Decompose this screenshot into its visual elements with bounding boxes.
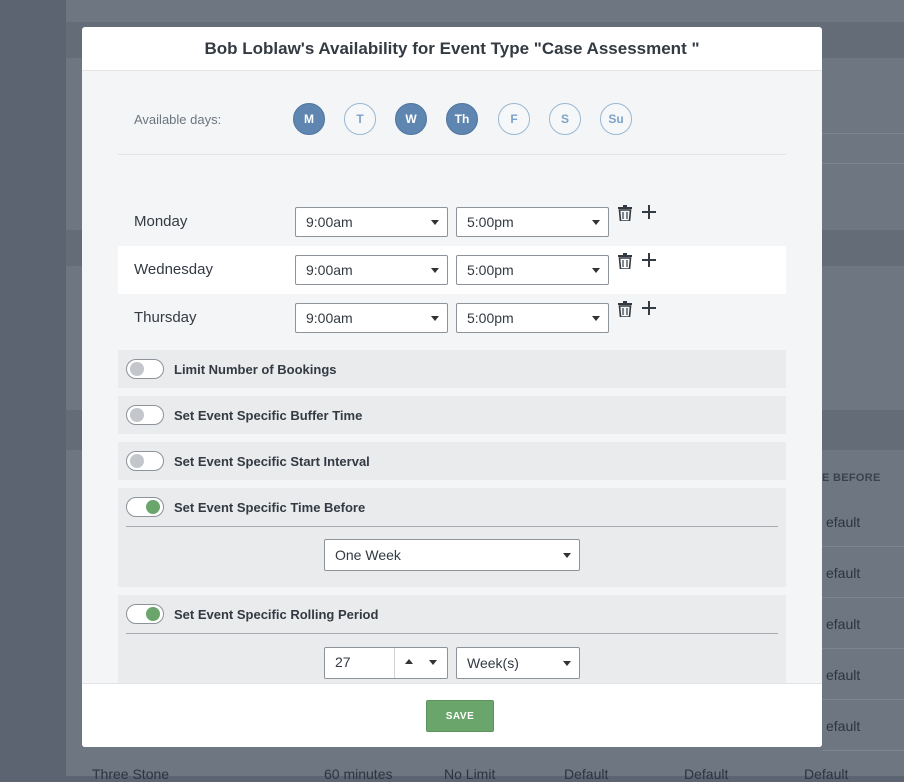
background-column-header: E BEFORE [822, 472, 881, 484]
background-cell: efault [826, 514, 861, 530]
day-toggle-thursday[interactable]: Th [446, 103, 478, 135]
end-time-select[interactable]: 5:00pm [456, 207, 609, 237]
day-toggle-monday[interactable]: M [293, 103, 325, 135]
day-toggle-wednesday[interactable]: W [395, 103, 427, 135]
increment-icon[interactable] [405, 659, 413, 664]
modal-body: Available days: M T W Th F S Su Monday 9… [82, 71, 822, 693]
chevron-down-icon [592, 268, 600, 273]
start-time-select[interactable]: 9:00am [295, 207, 448, 237]
available-days-label: Available days: [134, 112, 222, 127]
schedule-day-label: Thursday [134, 309, 197, 326]
chevron-down-icon [431, 220, 439, 225]
option-limit-bookings: Limit Number of Bookings [118, 350, 786, 388]
option-buffer-time: Set Event Specific Buffer Time [118, 396, 786, 434]
day-toggle-sunday[interactable]: Su [600, 103, 632, 135]
chevron-down-icon [592, 220, 600, 225]
schedule-row-thursday: Thursday 9:00am 5:00pm [118, 294, 786, 342]
background-cell: efault [826, 616, 861, 632]
background-cell: No Limit [444, 766, 496, 782]
option-label: Set Event Specific Time Before [174, 500, 366, 515]
option-rolling-period: Set Event Specific Rolling Period 27 Wee… [118, 595, 786, 693]
option-time-before: Set Event Specific Time Before One Week [118, 488, 786, 587]
option-label: Limit Number of Bookings [174, 362, 337, 377]
option-start-interval: Set Event Specific Start Interval [118, 442, 786, 480]
trash-icon[interactable] [618, 301, 632, 317]
limit-bookings-toggle[interactable] [126, 359, 164, 379]
option-label: Set Event Specific Buffer Time [174, 408, 363, 423]
background-cell: Default [564, 766, 609, 782]
plus-icon[interactable] [641, 252, 657, 268]
trash-icon[interactable] [618, 253, 632, 269]
save-button[interactable]: SAVE [426, 700, 494, 732]
plus-icon[interactable] [641, 204, 657, 220]
available-days-row: Available days: M T W Th F S Su [118, 71, 786, 155]
time-before-select[interactable]: One Week [324, 539, 580, 571]
decrement-icon[interactable] [429, 660, 437, 665]
chevron-down-icon [431, 268, 439, 273]
availability-modal: Bob Loblaw's Availability for Event Type… [82, 27, 822, 747]
schedule-day-label: Wednesday [134, 261, 213, 278]
background-cell: Three Stone [92, 766, 170, 782]
spinner-buttons [394, 648, 447, 678]
chevron-down-icon [563, 661, 571, 666]
modal-footer: SAVE [82, 683, 822, 747]
rolling-period-toggle[interactable] [126, 604, 164, 624]
time-before-toggle[interactable] [126, 497, 164, 517]
background-cell: efault [826, 667, 861, 683]
option-label: Set Event Specific Start Interval [174, 454, 370, 469]
background-cell: Default [684, 766, 729, 782]
plus-icon[interactable] [641, 300, 657, 316]
schedule-row-wednesday: Wednesday 9:00am 5:00pm [118, 246, 786, 294]
day-toggle-friday[interactable]: F [498, 103, 530, 135]
schedule-row-monday: Monday 9:00am 5:00pm [118, 198, 786, 246]
day-toggle-saturday[interactable]: S [549, 103, 581, 135]
background-cell: efault [826, 718, 861, 734]
rolling-period-unit-select[interactable]: Week(s) [456, 647, 580, 679]
start-time-select[interactable]: 9:00am [295, 255, 448, 285]
chevron-down-icon [592, 316, 600, 321]
trash-icon[interactable] [618, 205, 632, 221]
schedule-day-label: Monday [134, 213, 188, 230]
background-cell: Default [804, 766, 849, 782]
modal-title: Bob Loblaw's Availability for Event Type… [82, 27, 822, 71]
end-time-select[interactable]: 5:00pm [456, 255, 609, 285]
option-label: Set Event Specific Rolling Period [174, 607, 379, 622]
background-cell: 60 minutes [324, 766, 393, 782]
buffer-time-toggle[interactable] [126, 405, 164, 425]
chevron-down-icon [431, 316, 439, 321]
start-interval-toggle[interactable] [126, 451, 164, 471]
end-time-select[interactable]: 5:00pm [456, 303, 609, 333]
rolling-period-amount-input[interactable]: 27 [324, 647, 448, 679]
chevron-down-icon [563, 553, 571, 558]
day-toggle-tuesday[interactable]: T [344, 103, 376, 135]
background-cell: efault [826, 565, 861, 581]
start-time-select[interactable]: 9:00am [295, 303, 448, 333]
